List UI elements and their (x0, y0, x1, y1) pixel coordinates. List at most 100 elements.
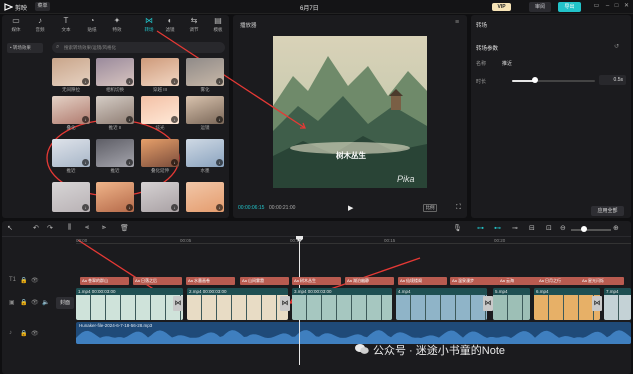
video-clip[interactable]: 3.mp4 00:00:03:00 (292, 288, 392, 320)
clip-name: 5.mp4 (493, 288, 530, 295)
ruler-tick-label: 00:05 (180, 238, 192, 243)
clip-frames (534, 295, 600, 320)
clip-frames (76, 295, 183, 320)
transition-label: 运镜 (200, 125, 210, 130)
download-icon[interactable]: ↓ (216, 116, 223, 123)
clip-frames (187, 295, 288, 320)
transition-marker[interactable]: ⋈ (592, 296, 602, 311)
transition-marker[interactable]: ⋈ (483, 296, 493, 311)
subtitle-clip[interactable]: Aa 日月之行 (537, 277, 586, 285)
video-clip[interactable]: 5.mp4 (493, 288, 530, 320)
subtitle-clip[interactable]: Aa 仙境楼阁 (398, 277, 447, 285)
subtitle-clip[interactable]: Aa 苍翠的群山 (80, 277, 129, 285)
ruler-tick-label: 00:20 (494, 238, 506, 243)
video-clip[interactable]: 7.mp4 (604, 288, 631, 320)
transition-thumbnail[interactable]: ↓ (96, 96, 134, 124)
transition-label: 穿越 III (152, 87, 167, 92)
download-icon[interactable]: ↓ (82, 116, 89, 123)
audio-icon: ♪ (38, 16, 42, 25)
tool-tab-4[interactable]: ✦ 特效 (107, 17, 127, 36)
transition-label: 叠化 (66, 125, 76, 130)
download-icon[interactable]: ↓ (216, 159, 223, 166)
filter-icon: ◐ (167, 16, 173, 25)
transition-thumbnail[interactable]: ↓ (96, 58, 134, 86)
transition-thumbnail[interactable]: ↓ (186, 58, 224, 86)
tool-tab-0[interactable]: ▭ 媒体 (6, 17, 26, 36)
tool-tab-7[interactable]: ⇆ 调节 (184, 17, 204, 36)
transition-label: 雾化 (200, 87, 210, 92)
video-clip[interactable]: 2.mp4 00:00:03:00 (187, 288, 288, 320)
transition-thumbnail[interactable]: ↓ (52, 58, 90, 86)
video-clip[interactable]: 1.mp4 00:00:03:00 (76, 288, 183, 320)
transition-label: 推近 (110, 168, 120, 173)
transition-label: 叠化延伸 (151, 168, 169, 173)
transition-thumbnail[interactable]: ↓ (96, 139, 134, 167)
download-icon[interactable]: ↓ (171, 116, 178, 123)
video-clip[interactable]: 4.mp4 (396, 288, 487, 320)
tool-tab-label: 文本 (61, 27, 71, 32)
clip-frames (493, 295, 530, 320)
ruler-tick-label: 00:15 (384, 238, 396, 243)
subtitle-clip[interactable]: Aa 温泉漫步 (450, 277, 499, 285)
transition-thumbnail[interactable]: ↓ (52, 182, 90, 212)
tool-tab-2[interactable]: T 文本 (56, 17, 76, 36)
clip-name: 7.mp4 (604, 288, 631, 295)
download-icon[interactable]: ↓ (171, 159, 178, 166)
transition-icon: ⋈ (145, 16, 153, 25)
subtitle-clip[interactable]: Aa 树木丛生 (292, 277, 341, 285)
clip-frames (604, 295, 631, 320)
tool-tab-label: 媒体 (11, 27, 21, 32)
transition-thumbnail[interactable]: ↓ (141, 182, 179, 212)
subtitle-clip[interactable]: Aa 山间雾霭 (240, 277, 289, 285)
transition-thumbnail[interactable]: ↓ (52, 139, 90, 167)
clip-name: 3.mp4 00:00:03:00 (292, 288, 392, 295)
annotation-arrow (156, 30, 306, 129)
subtitle-clip[interactable]: Aa 水墨画卷 (186, 277, 235, 285)
tool-tab-label: 转场 (144, 27, 154, 32)
transition-label: 推近 II (108, 125, 122, 130)
tool-tab-5[interactable]: ⋈ 转场 (139, 17, 159, 36)
download-icon[interactable]: ↓ (82, 78, 89, 85)
wechat-icon (355, 344, 369, 354)
transition-thumbnail[interactable]: ↓ (96, 182, 134, 212)
transition-marker[interactable]: ⋈ (280, 296, 290, 311)
clip-name: 2.mp4 00:00:03:00 (187, 288, 288, 295)
ruler-tick-label: 00:10 (290, 238, 302, 243)
transition-thumbnail[interactable]: ↓ (141, 96, 179, 124)
transition-thumbnail[interactable]: ↓ (186, 182, 224, 212)
download-icon[interactable]: ↓ (171, 78, 178, 85)
transition-thumbnail[interactable]: ↓ (141, 58, 179, 86)
download-icon[interactable]: ↓ (126, 204, 133, 211)
tool-tab-label: 贴纸 (87, 27, 97, 32)
tool-tab-6[interactable]: ◐ 滤镜 (160, 17, 180, 36)
transition-marker[interactable]: ⋈ (173, 296, 183, 311)
download-icon[interactable]: ↓ (126, 116, 133, 123)
template-icon: ▤ (214, 16, 222, 25)
transition-thumbnail[interactable]: ↓ (141, 139, 179, 167)
tool-tab-8[interactable]: ▤ 模板 (208, 17, 228, 36)
video-clip[interactable]: 6.mp4 (534, 288, 600, 320)
clip-name: 6.mp4 (534, 288, 600, 295)
subtitle-clip[interactable]: Aa 湖泊幽静 (345, 277, 394, 285)
download-icon[interactable]: ↓ (171, 204, 178, 211)
subtitle-clip[interactable]: Aa 星光闪烁 (580, 277, 624, 285)
clip-frames (292, 295, 392, 320)
transition-thumbnail[interactable]: ↓ (186, 139, 224, 167)
transition-thumbnail[interactable]: ↓ (52, 96, 90, 124)
tool-tab-3[interactable]: ◔ 贴纸 (82, 17, 102, 36)
download-icon[interactable]: ↓ (82, 159, 89, 166)
download-icon[interactable]: ↓ (126, 78, 133, 85)
clip-name: 4.mp4 (396, 288, 487, 295)
transition-thumbnail[interactable]: ↓ (186, 96, 224, 124)
download-icon[interactable]: ↓ (216, 78, 223, 85)
download-icon[interactable]: ↓ (216, 204, 223, 211)
download-icon[interactable]: ↓ (82, 204, 89, 211)
tool-tab-1[interactable]: ♪ 音频 (30, 17, 50, 36)
tool-tab-label: 模板 (213, 27, 223, 32)
clip-frames (396, 295, 487, 320)
subtitle-clip[interactable]: Aa 日落之后 (133, 277, 182, 285)
download-icon[interactable]: ↓ (126, 159, 133, 166)
tool-tab-label: 音频 (35, 27, 45, 32)
text-icon: T (63, 16, 69, 25)
adjust-icon: ⇆ (190, 16, 198, 25)
